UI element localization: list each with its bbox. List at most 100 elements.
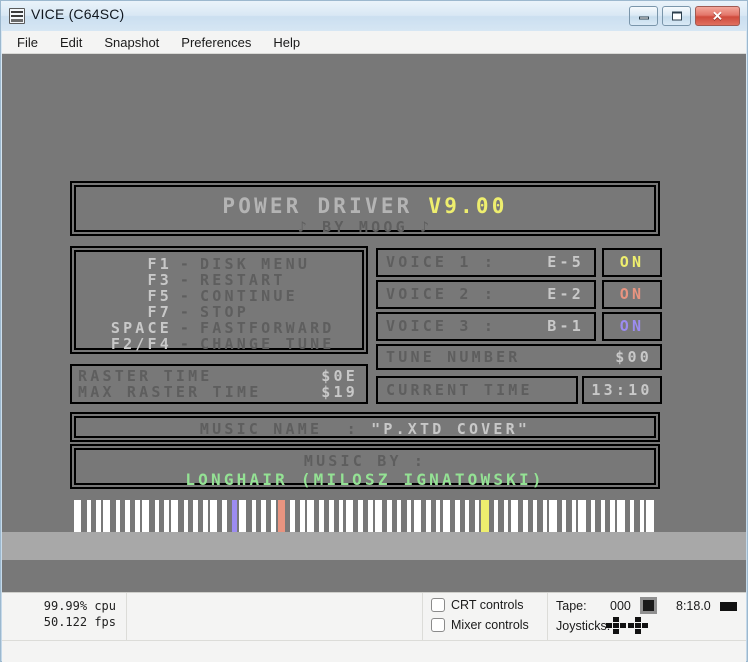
piano-black-key: [285, 500, 291, 532]
piano-black-key: [605, 500, 611, 532]
tape-label: Tape:: [556, 599, 587, 613]
raster-time-label: RASTER TIME: [78, 367, 213, 385]
piano-black-key: [158, 500, 165, 532]
minimize-button[interactable]: [629, 6, 658, 26]
status-bar: 99.99% cpu 50.122 fps CRT controls Mixer…: [2, 592, 746, 662]
voice-2-state: ON: [619, 285, 645, 303]
menu-bar: File Edit Snapshot Preferences Help: [2, 31, 746, 54]
status-bar-secondary-row: [2, 640, 746, 662]
key-name: SPACE: [110, 318, 172, 337]
voice-3-note: B-1: [547, 317, 584, 335]
key-help-row: SPACE - FASTFORWARD: [80, 320, 358, 336]
voice-2-state-badge: ON: [602, 280, 662, 309]
piano-black-key: [110, 500, 116, 532]
devices-cell: Tape: 000 8:18.0 Joysticks:: [548, 593, 744, 640]
piano-black-key: [333, 500, 339, 532]
key-dash: -: [179, 334, 193, 353]
piano-black-key: [352, 500, 359, 532]
current-time-value: 13:10: [591, 381, 653, 399]
voice-3-row: VOICE 3 : B-1: [376, 312, 596, 341]
menu-item-edit[interactable]: Edit: [49, 33, 93, 52]
title-bar[interactable]: VICE (C64SC) ✕: [1, 1, 747, 31]
max-raster-time-value: $19: [321, 383, 358, 401]
key-name: F3: [147, 270, 172, 289]
minimize-icon: [638, 16, 649, 20]
key-action: CONTINUE: [200, 286, 298, 305]
piano-black-key: [226, 500, 233, 532]
close-button[interactable]: ✕: [695, 6, 740, 26]
piano-keyboard: [70, 497, 660, 532]
key-action: STOP: [200, 302, 249, 321]
menu-item-snapshot[interactable]: Snapshot: [93, 33, 170, 52]
raster-time-value: $0E: [321, 367, 358, 385]
cpu-usage: 99.99% cpu: [43, 599, 116, 613]
drive-led-icon: [720, 602, 737, 611]
tape-status-icon[interactable]: [640, 597, 657, 614]
music-by-panel: MUSIC BY : LONGHAIR (MILOSZ IGNATOWSKI): [70, 444, 660, 489]
current-time-label: CURRENT TIME: [386, 381, 533, 399]
tape-counter[interactable]: 000: [610, 599, 631, 613]
piano-black-key: [537, 500, 543, 532]
menu-item-help[interactable]: Help: [262, 33, 311, 52]
piano-black-key: [197, 500, 204, 532]
crt-controls-toggle[interactable]: CRT controls: [431, 598, 523, 612]
mixer-controls-label: Mixer controls: [451, 618, 529, 632]
piano-black-key: [91, 500, 97, 532]
video-border-band-dark: [2, 560, 746, 592]
program-subtitle: ♪ BY MOOG ♪: [297, 218, 433, 236]
key-dash: -: [179, 254, 193, 273]
mixer-controls-toggle[interactable]: Mixer controls: [431, 618, 529, 632]
tune-number-value: $00: [615, 348, 652, 366]
music-by-value: LONGHAIR (MILOSZ IGNATOWSKI): [185, 470, 545, 489]
voice-1-label: VOICE 1 :: [386, 253, 497, 271]
piano-black-key: [178, 500, 184, 532]
voice-2-row: VOICE 2 : E-2: [376, 280, 596, 309]
piano-black-key: [585, 500, 592, 532]
program-title-panel: POWER DRIVER V9.00 ♪ BY MOOG ♪: [70, 181, 660, 236]
menu-item-file[interactable]: File: [6, 33, 49, 52]
piano-keys-container: [74, 500, 656, 532]
key-action: RESTART: [200, 270, 286, 289]
joystick-2-icon[interactable]: [628, 617, 648, 635]
piano-black-key: [362, 500, 368, 532]
mixer-controls-checkbox[interactable]: [431, 618, 445, 632]
music-name-row: MUSIC NAME : "P.XTD COVER": [76, 422, 654, 437]
piano-black-key: [129, 500, 136, 532]
window-title: VICE (C64SC): [31, 6, 125, 22]
key-name: F1: [147, 254, 172, 273]
performance-cell: 99.99% cpu 50.122 fps: [2, 593, 127, 640]
status-message-cell: [127, 593, 423, 640]
emulator-video-canvas[interactable]: POWER DRIVER V9.00 ♪ BY MOOG ♪ F1 - DISK…: [2, 54, 746, 532]
vice-emulator-window: VICE (C64SC) ✕ File Edit Snapshot Prefer…: [0, 0, 748, 662]
voice-3-state: ON: [619, 317, 645, 335]
key-help-row: F2/F4 - CHANGE TUNE: [80, 336, 358, 352]
voice-1-state: ON: [619, 253, 645, 271]
current-time-row: CURRENT TIME: [376, 376, 578, 404]
piano-black-key: [566, 500, 572, 532]
piano-black-key: [634, 500, 640, 532]
program-title: POWER DRIVER V9.00: [76, 196, 654, 217]
joystick-1-icon[interactable]: [606, 617, 626, 635]
piano-black-key: [323, 500, 330, 532]
piano-black-key: [294, 500, 301, 532]
crt-controls-checkbox[interactable]: [431, 598, 445, 612]
menu-item-preferences[interactable]: Preferences: [170, 33, 262, 52]
key-name: F5: [147, 286, 172, 305]
piano-black-key: [382, 500, 388, 532]
piano-black-key: [488, 500, 495, 532]
piano-black-key: [449, 500, 456, 532]
piano-white-key: [646, 500, 654, 532]
music-by-label: MUSIC BY :: [303, 452, 427, 470]
maximize-button[interactable]: [662, 6, 691, 26]
piano-black-key: [498, 500, 504, 532]
key-action: DISK MENU: [200, 254, 311, 273]
raster-time-panel: RASTER TIME $0E MAX RASTER TIME $19: [70, 364, 368, 404]
joysticks-label: Joysticks:: [556, 619, 611, 633]
c64-icon: [9, 8, 25, 24]
piano-black-key: [595, 500, 601, 532]
key-name: F2/F4: [110, 334, 172, 353]
max-raster-time-label: MAX RASTER TIME: [78, 383, 262, 401]
piano-black-key: [517, 500, 524, 532]
drive-label[interactable]: 8:18.0: [676, 599, 711, 613]
key-name: F7: [147, 302, 172, 321]
